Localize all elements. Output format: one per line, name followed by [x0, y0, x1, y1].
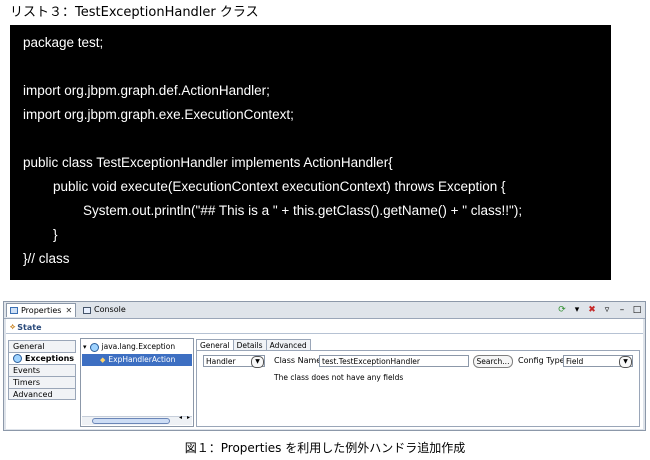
view-tabbar: Properties ✕ Console ⟳ ▾ ✖ ▿ – □: [4, 302, 645, 319]
properties-content: ⟡ State General Exceptions Events Timers…: [6, 319, 643, 429]
no-fields-message: The class does not have any fields: [274, 373, 404, 382]
search-button[interactable]: Search...: [473, 355, 513, 368]
tree-item-handler-label: ExpHandlerAction: [108, 355, 176, 364]
minimize-icon[interactable]: –: [617, 305, 627, 315]
maximize-icon[interactable]: □: [632, 305, 642, 315]
code-line-7: public void execute(ExecutionContext exe…: [23, 179, 506, 194]
class-name-label: Class Name: [274, 356, 322, 365]
handler-type-value: Handler: [206, 357, 236, 366]
code-line-10: }// class: [23, 251, 70, 266]
delete-icon[interactable]: ✖: [587, 305, 597, 315]
chevron-down-icon[interactable]: ▼: [251, 356, 264, 368]
side-tab-exceptions[interactable]: Exceptions: [8, 352, 76, 364]
close-icon[interactable]: ✕: [65, 304, 72, 318]
config-type-label: Config Type: [518, 356, 565, 365]
scroll-right-icon[interactable]: ▸: [187, 414, 190, 421]
code-line-8: System.out.println("## This is a " + thi…: [23, 203, 523, 218]
chevron-down-icon[interactable]: ▾: [83, 341, 87, 353]
properties-view: Properties ✕ Console ⟳ ▾ ✖ ▿ – □ ⟡ State…: [3, 301, 646, 431]
scrollbar-thumb[interactable]: [92, 418, 170, 424]
side-tab-events[interactable]: Events: [8, 364, 76, 376]
code-line-4: import org.jbpm.graph.exe.ExecutionConte…: [23, 107, 294, 122]
scroll-left-icon[interactable]: ◂: [179, 414, 182, 421]
view-menu-icon[interactable]: ▿: [602, 305, 612, 315]
tree-item-exception[interactable]: ▾ java.lang.Exception: [83, 341, 175, 353]
side-tab-exceptions-label: Exceptions: [25, 353, 75, 363]
tab-console-label: Console: [94, 305, 126, 314]
class-name-field[interactable]: test.TestExceptionHandler: [319, 355, 469, 367]
action-icon: ◆: [100, 356, 106, 364]
page-title: ⟡ State: [10, 322, 42, 332]
config-type-value: Field: [566, 357, 584, 366]
refresh-icon[interactable]: ⟳: [557, 305, 567, 315]
code-line-6: public class TestExceptionHandler implem…: [23, 155, 393, 170]
code-line-1: package test;: [23, 35, 104, 50]
chevron-down-icon[interactable]: ▾: [572, 305, 582, 315]
exception-class-icon: [89, 342, 99, 352]
view-toolbar: ⟳ ▾ ✖ ▿ – □: [557, 304, 642, 316]
side-tab-advanced[interactable]: Advanced: [8, 388, 76, 400]
side-tab-general[interactable]: General: [8, 340, 76, 352]
figure-caption: 図１：Properties を利用した例外ハンドラ追加作成: [184, 441, 466, 455]
tab-console[interactable]: Console: [80, 303, 150, 317]
code-line-3: import org.jbpm.graph.def.ActionHandler;: [23, 83, 270, 98]
side-tabs: General Exceptions Events Timers Advance…: [8, 340, 76, 421]
handler-type-select[interactable]: Handler ▼: [203, 355, 265, 368]
code-line-9: }: [23, 227, 58, 242]
properties-icon: [10, 307, 18, 314]
side-tab-timers[interactable]: Timers: [8, 376, 76, 388]
state-icon: ⟡: [10, 322, 16, 331]
exceptions-icon: [13, 354, 22, 363]
chevron-down-icon[interactable]: ▼: [619, 356, 632, 368]
tree-item-handler[interactable]: ◆ ExpHandlerAction: [82, 354, 192, 366]
exception-tree: ▾ java.lang.Exception ◆ ExpHandlerAction…: [80, 338, 194, 427]
tab-properties-label: Properties: [21, 305, 62, 315]
state-title-text: State: [17, 322, 42, 332]
title-separator: [6, 333, 643, 334]
code-block: package test; import org.jbpm.graph.def.…: [10, 25, 611, 280]
tree-item-exception-label: java.lang.Exception: [101, 342, 176, 351]
tab-properties[interactable]: Properties ✕: [6, 303, 76, 317]
console-icon: [83, 306, 91, 314]
config-type-select[interactable]: Field ▼: [563, 355, 633, 368]
detail-form: Handler ▼ Class Name test.TestExceptionH…: [196, 350, 640, 427]
tree-scrollbar[interactable]: ◂ ▸: [82, 414, 192, 425]
listing-title: リスト３：TestExceptionHandler クラス: [10, 5, 259, 20]
